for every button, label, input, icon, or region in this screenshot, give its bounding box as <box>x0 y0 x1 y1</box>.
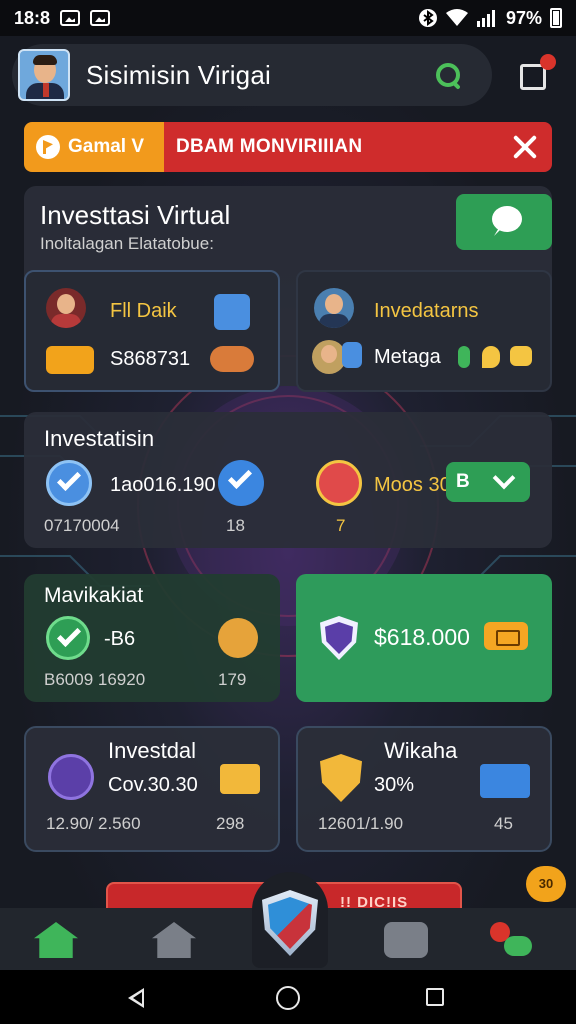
wikaha-sub2: 45 <box>494 814 513 833</box>
bar-icon <box>458 346 470 368</box>
investdal-title: Investdal <box>108 738 197 763</box>
check-circle-icon <box>46 616 90 660</box>
wikaha-value: 30% <box>374 774 415 796</box>
mavikakiat-card[interactable]: Mavikakiat -B6 B6009 16920 179 <box>24 574 280 702</box>
home-button[interactable] <box>276 986 300 1010</box>
user-avatar-icon <box>312 340 346 374</box>
document-icon <box>342 342 362 368</box>
recents-button[interactable] <box>426 988 444 1006</box>
investatisin-label2: Moos 30 <box>374 474 451 496</box>
investasi-subtitle: Inoltalagan Elatatobue: <box>40 234 214 253</box>
signal-icon <box>476 10 495 27</box>
mavikakiat-value: -B6 <box>104 628 136 650</box>
mini-left-value: S868731 <box>110 348 191 370</box>
mini-card-right[interactable]: Invedatarns Metaga <box>296 270 552 392</box>
gold-bar-icon <box>220 764 260 794</box>
floating-badge[interactable]: 30 <box>526 866 566 902</box>
investatisin-title: Investatisin <box>44 426 155 451</box>
calendar-icon <box>46 346 94 374</box>
character-icon <box>316 460 362 506</box>
building-icon[interactable] <box>152 922 196 958</box>
check-badge-icon <box>46 460 92 506</box>
message-check-icon <box>218 460 264 506</box>
investdal-sub1: 12.90/ 2.560 <box>46 814 141 833</box>
mavikakiat-sub2: 179 <box>218 670 247 689</box>
female-avatar-icon <box>46 288 86 328</box>
mini-card-left[interactable]: Fll Daik S868731 <box>24 270 280 392</box>
bluetooth-icon <box>418 9 437 27</box>
promo-banner[interactable]: Gamal V DBAM MONVIRIIIAN <box>24 122 552 172</box>
chat-button[interactable] <box>456 194 552 250</box>
notification-dot <box>540 54 556 70</box>
profile-settings-icon[interactable] <box>490 922 534 958</box>
mavikakiat-sub1: B6009 16920 <box>44 670 146 689</box>
mini-right-label: Invedatarns <box>374 300 479 322</box>
star-icon <box>48 754 94 800</box>
banner-message: DBAM MONVIRIIIAN <box>176 136 363 157</box>
wikaha-title: Wikaha <box>384 738 458 763</box>
chart-doc-icon <box>214 294 250 330</box>
center-shield-button[interactable] <box>252 872 328 968</box>
mini-left-label: Fll Daik <box>110 300 177 322</box>
banner-tag: Gamal V <box>68 136 145 157</box>
wikaha-card[interactable]: Wikaha 30% 12601/1.90 45 <box>296 726 552 852</box>
mavikakiat-title: Mavikakiat <box>44 584 144 607</box>
status-time: 18:8 <box>14 7 51 28</box>
wifi-icon <box>445 9 468 26</box>
search-icon[interactable] <box>434 61 462 89</box>
bank-icon <box>480 764 530 798</box>
balance-card[interactable]: $618.000 <box>296 574 552 702</box>
investatisin-sub1: 07170004 <box>44 516 120 535</box>
investdal-card[interactable]: Investdal Cov.30.30 12.90/ 2.560 298 <box>24 726 280 852</box>
battery-icon <box>550 8 562 28</box>
battery-text: 97% <box>505 7 542 28</box>
profile-avatar[interactable] <box>18 49 70 101</box>
balance-value: $618.000 <box>374 624 470 650</box>
ticket-icon <box>484 622 528 650</box>
chevron-down-icon <box>492 466 516 490</box>
dropdown-button[interactable]: B <box>446 462 530 502</box>
home-icon[interactable] <box>34 922 78 958</box>
investdal-value: Cov.30.30 <box>108 774 198 796</box>
app-header: Sisimisin Virigai <box>12 44 492 106</box>
chart-icon <box>510 346 532 366</box>
wallet-icon[interactable] <box>384 922 428 958</box>
flag-icon <box>36 135 60 159</box>
chat-icon <box>492 206 522 232</box>
header-title: Sisimisin Virigai <box>86 59 271 90</box>
investdal-sub2: 298 <box>216 814 245 833</box>
close-icon[interactable] <box>512 134 538 160</box>
investatisin-card: Investatisin 1ao016.190 07170004 18 Moos… <box>24 412 552 548</box>
share-icon[interactable] <box>518 54 556 92</box>
investatisin-value1: 1ao016.190 <box>110 474 216 496</box>
settings-icon <box>210 346 254 372</box>
dropdown-badge: B <box>456 471 470 492</box>
gallery-icon <box>60 10 81 26</box>
male-avatar-icon <box>314 288 354 328</box>
wikaha-sub1: 12601/1.90 <box>318 814 404 833</box>
mini-right-value: Metaga <box>374 346 441 368</box>
investatisin-sub3: 7 <box>336 516 346 535</box>
image-icon <box>90 10 111 26</box>
status-bar: 18:8 97% <box>0 0 576 36</box>
gold-shield-icon <box>320 754 362 802</box>
location-icon <box>482 346 500 368</box>
investasi-title: Investtasi Virtual <box>40 200 231 230</box>
investatisin-sub2: 18 <box>226 516 245 535</box>
key-icon <box>218 618 258 658</box>
